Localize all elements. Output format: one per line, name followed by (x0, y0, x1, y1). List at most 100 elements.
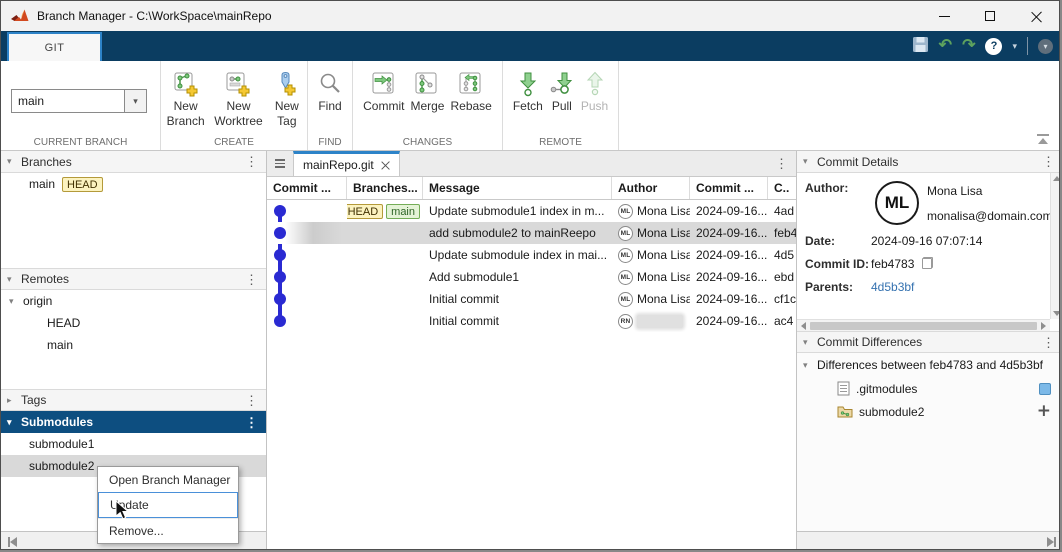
copy-icon[interactable] (922, 257, 933, 269)
scroll-left-icon[interactable] (801, 322, 806, 330)
collapse-ribbon-button[interactable] (1037, 134, 1049, 144)
minimize-button[interactable] (921, 1, 967, 31)
commit-differences-title: Commit Differences (817, 335, 1042, 349)
commit-row-1[interactable]: HEAD main Update submodule1 index in m..… (267, 200, 796, 222)
tags-section-header[interactable]: ▸ Tags ⋮ (1, 389, 266, 411)
new-tag-button[interactable]: New Tag (267, 69, 307, 129)
new-branch-button[interactable]: New Branch (161, 69, 210, 129)
commit-row-3[interactable]: Update submodule index in mai... MLMona … (267, 244, 796, 266)
pull-button[interactable]: Pull (547, 69, 577, 114)
commit-row-4[interactable]: Add submodule1 MLMona Lisa 2024-09-16...… (267, 266, 796, 288)
rebase-label: Rebase (450, 99, 491, 114)
ribbon-options-button[interactable]: ▾ (1038, 39, 1053, 54)
merge-button[interactable]: Merge (408, 69, 446, 114)
redo-button[interactable]: ↷ (962, 38, 975, 54)
document-list-icon[interactable] (267, 151, 293, 176)
remote-branch-main[interactable]: main (1, 334, 266, 356)
current-branch-combobox[interactable]: main ▾ (11, 89, 147, 113)
maximize-button[interactable] (967, 1, 1013, 31)
chevron-expanded-icon[interactable]: ▾ (803, 337, 817, 348)
scroll-down-icon[interactable] (1053, 311, 1060, 316)
column-header-branches[interactable]: Branches... (347, 177, 423, 199)
commit-row-2-selected[interactable]: add submodule2 to mainReepo MLMona Lisa … (267, 222, 796, 244)
group-label-changes: CHANGES (353, 137, 502, 148)
scroll-start-icon[interactable] (8, 537, 17, 547)
commit-differences-menu-icon[interactable]: ⋮ (1042, 336, 1055, 349)
submodules-section-header[interactable]: ▾ Submodules ⋮ (1, 411, 266, 433)
column-header-author[interactable]: Author (612, 177, 690, 199)
commit-row-5[interactable]: Initial commit MLMona Lisa 2024-09-16...… (267, 288, 796, 310)
save-button[interactable] (912, 36, 929, 56)
find-button[interactable]: Find (315, 69, 345, 114)
details-vscrollbar[interactable] (1050, 173, 1060, 319)
undo-button[interactable]: ↶ (939, 38, 952, 54)
parent-commit-link[interactable]: 4d5b3bf (871, 280, 914, 294)
fetch-icon (515, 69, 541, 99)
commit-author: Mona Lisa (637, 248, 690, 262)
tab-mainrepo-git[interactable]: mainRepo.git (293, 151, 400, 176)
remotes-menu-icon[interactable]: ⋮ (245, 273, 258, 286)
commit-node-icon (274, 205, 286, 217)
diff-file-submodule2[interactable]: submodule2 + (797, 400, 1060, 423)
details-hscrollbar[interactable] (797, 319, 1050, 331)
commit-row-6[interactable]: Initial commit RN 2024-09-16... ac4 (267, 310, 796, 332)
remote-branch-head[interactable]: HEAD (1, 312, 266, 334)
remote-item-origin[interactable]: ▾ origin (1, 290, 266, 312)
push-button[interactable]: Push (579, 69, 610, 114)
scroll-right-icon[interactable] (1041, 322, 1046, 330)
new-worktree-button[interactable]: New Worktree (212, 69, 264, 129)
commit-button[interactable]: Commit (361, 69, 406, 114)
branches-menu-icon[interactable]: ⋮ (245, 155, 258, 168)
main-branch-badge: main (386, 204, 420, 219)
chevron-expanded-icon[interactable]: ▾ (7, 274, 21, 285)
ribbon-toolbar: main ▾ CURRENT BRANCH (1, 61, 1059, 151)
scroll-end-icon[interactable] (1047, 537, 1056, 547)
help-button[interactable]: ? (985, 38, 1002, 55)
commit-differences-header[interactable]: ▾ Commit Differences ⋮ (797, 331, 1060, 353)
menu-item-open-branch-manager[interactable]: Open Branch Manager (98, 467, 238, 492)
diff-file-gitmodules[interactable]: .gitmodules (797, 377, 1060, 400)
chevron-expanded-icon[interactable]: ▾ (803, 156, 817, 167)
tab-git[interactable]: GIT (7, 32, 102, 61)
help-dropdown-icon[interactable]: ▾ (1012, 41, 1017, 52)
remotes-section-header[interactable]: ▾ Remotes ⋮ (1, 268, 266, 290)
remote-branch-name: HEAD (47, 316, 80, 330)
chevron-expanded-icon[interactable]: ▾ (7, 156, 21, 167)
group-changes: Commit Merge (353, 61, 503, 150)
submodule-item-1[interactable]: submodule1 (1, 433, 266, 455)
commit-node-icon (274, 227, 286, 239)
column-header-commit-graph[interactable]: Commit ... (267, 177, 347, 199)
column-header-message[interactable]: Message (423, 177, 612, 199)
commit-date: 2024-09-16... (690, 244, 768, 266)
commit-details-body: Author: ML Mona Lisa monalisa@domain.com… (797, 173, 1060, 331)
details-bottom-scrollbar[interactable] (797, 531, 1060, 550)
branches-section-header[interactable]: ▾ Branches ⋮ (1, 151, 266, 173)
chevron-down-icon[interactable]: ▾ (124, 90, 146, 112)
submodules-menu-icon[interactable]: ⋮ (245, 416, 258, 429)
chevron-expanded-icon[interactable]: ▾ (9, 296, 23, 307)
column-header-commit-id[interactable]: C.. (768, 177, 796, 199)
scrollbar-thumb[interactable] (810, 322, 1037, 330)
group-label-create: CREATE (161, 137, 307, 148)
commit-details-menu-icon[interactable]: ⋮ (1042, 155, 1055, 168)
rebase-button[interactable]: Rebase (448, 69, 493, 114)
close-button[interactable] (1013, 1, 1059, 31)
avatar: ML (618, 292, 633, 307)
fetch-button[interactable]: Fetch (511, 69, 545, 114)
submodules-title: Submodules (21, 415, 245, 429)
branch-item-main[interactable]: main HEAD (1, 173, 266, 195)
scroll-up-icon[interactable] (1053, 176, 1060, 181)
chevron-expanded-icon[interactable]: ▾ (7, 417, 21, 428)
commit-details-header[interactable]: ▾ Commit Details ⋮ (797, 151, 1060, 173)
remotes-list: ▾ origin HEAD main (1, 290, 266, 389)
remote-name: origin (23, 294, 52, 308)
chevron-collapsed-icon[interactable]: ▸ (7, 395, 21, 406)
tags-menu-icon[interactable]: ⋮ (245, 394, 258, 407)
document-menu-icon[interactable]: ⋮ (775, 157, 788, 170)
differences-group[interactable]: ▾ Differences between feb4783 and 4d5b3b… (797, 353, 1060, 377)
tab-close-icon[interactable] (381, 161, 390, 170)
remotes-title: Remotes (21, 272, 245, 286)
chevron-expanded-icon[interactable]: ▾ (803, 360, 817, 371)
column-header-commit-date[interactable]: Commit ... (690, 177, 768, 199)
commit-id: ebd (768, 266, 796, 288)
